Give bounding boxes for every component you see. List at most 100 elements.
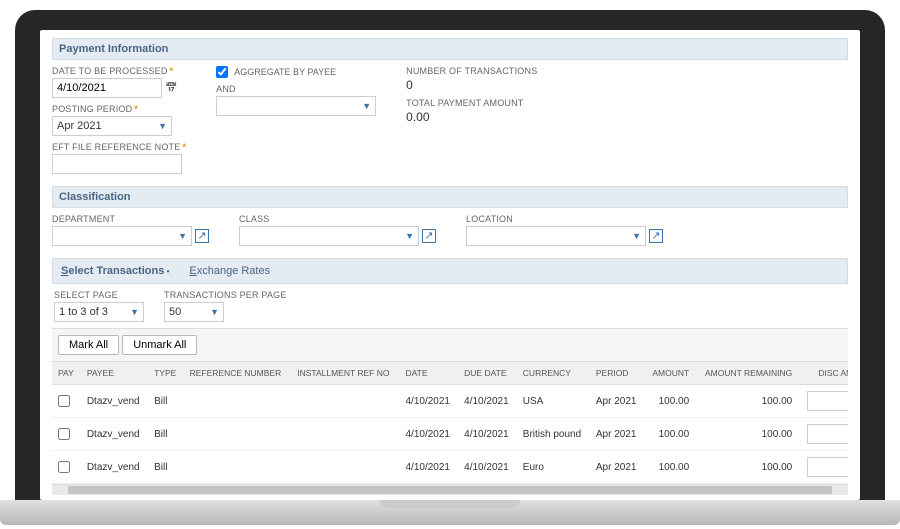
selection-toolbar: Mark All Unmark All [52,328,848,362]
cell-amount: 100.00 [644,418,695,451]
cell-remaining: 100.00 [695,451,798,484]
cell-payee: Dtazv_vend [81,451,148,484]
eft-ref-input[interactable] [52,154,182,174]
aggregate-by-payee-checkbox[interactable] [216,66,228,78]
cell-amount: 100.00 [644,385,695,418]
cell-ref [184,385,292,418]
popout-icon[interactable] [422,229,436,243]
transactions-table-wrap: PAY PAYEE TYPE REFERENCE NUMBER INSTALLM… [52,362,848,485]
col-pay: PAY [52,362,81,385]
col-amount-remaining: AMOUNT REMAINING [695,362,798,385]
date-processed-input[interactable] [52,78,162,98]
paging-controls: SELECT PAGE 1 to 3 of 3 TRANSACTIONS PER… [52,284,848,328]
disc-amount-input[interactable] [807,457,848,477]
col-currency: CURRENCY [517,362,590,385]
chevron-down-icon [130,306,139,318]
per-page-dropdown[interactable]: 50 [164,302,224,322]
col-disc-amount: DISC AMOUNT [798,362,848,385]
pay-checkbox[interactable] [58,461,70,473]
cell-type: Bill [148,418,184,451]
cell-disc-amount [798,385,848,418]
chevron-down-icon [158,120,167,132]
popout-icon[interactable] [649,229,663,243]
cell-remaining: 100.00 [695,385,798,418]
horizontal-scrollbar[interactable] [52,485,848,495]
transactions-table: PAY PAYEE TYPE REFERENCE NUMBER INSTALLM… [52,362,848,484]
cell-installment [291,418,399,451]
cell-amount: 100.00 [644,451,695,484]
aggregate-by-payee-label: AGGREGATE BY PAYEE [234,67,336,77]
location-label: LOCATION [466,214,663,224]
cell-remaining: 100.00 [695,418,798,451]
location-select[interactable] [466,226,646,246]
chevron-down-icon [210,306,219,318]
cell-disc-amount [798,451,848,484]
chevron-down-icon [178,230,187,242]
and-select[interactable] [216,96,376,116]
tab-exchange-rates[interactable]: Exchange Rates [189,265,270,277]
cell-type: Bill [148,385,184,418]
date-processed-label: DATE TO BE PROCESSED* [52,66,186,76]
cell-payee: Dtazv_vend [81,418,148,451]
table-row[interactable]: Dtazv_vendBill4/10/20214/10/2021British … [52,418,848,451]
num-transactions-value: 0 [406,78,537,92]
cell-payee: Dtazv_vend [81,385,148,418]
app-screen: Payment Information DATE TO BE PROCESSED… [40,30,860,500]
mark-all-button[interactable]: Mark All [58,335,119,355]
eft-ref-label: EFT FILE REFERENCE NOTE* [52,142,186,152]
total-amount-value: 0.00 [406,110,537,124]
col-period: PERIOD [590,362,645,385]
cell-due: 4/10/2021 [458,418,517,451]
cell-currency: USA [517,385,590,418]
tab-select-transactions[interactable]: Select Transactions [61,265,169,277]
cell-date: 4/10/2021 [399,418,458,451]
col-type: TYPE [148,362,184,385]
classification-fields: DEPARTMENT CLASS LOCATION [52,214,848,246]
cell-ref [184,418,292,451]
cell-disc-amount [798,418,848,451]
cell-currency: Euro [517,451,590,484]
department-label: DEPARTMENT [52,214,209,224]
col-ref-number: REFERENCE NUMBER [184,362,292,385]
unmark-all-button[interactable]: Unmark All [122,335,197,355]
col-due-date: DUE DATE [458,362,517,385]
cell-ref [184,451,292,484]
cell-installment [291,385,399,418]
pay-checkbox[interactable] [58,428,70,440]
select-page-dropdown[interactable]: 1 to 3 of 3 [54,302,144,322]
payment-fields: DATE TO BE PROCESSED* POSTING PERIOD* Ap… [52,66,848,174]
select-page-label: SELECT PAGE [54,290,144,300]
disc-amount-input[interactable] [807,391,848,411]
chevron-down-icon [362,100,371,112]
cell-currency: British pound [517,418,590,451]
cell-due: 4/10/2021 [458,385,517,418]
table-row[interactable]: Dtazv_vendBill4/10/20214/10/2021EuroApr … [52,451,848,484]
per-page-label: TRANSACTIONS PER PAGE [164,290,287,300]
posting-period-select[interactable]: Apr 2021 [52,116,172,136]
cell-installment [291,451,399,484]
department-select[interactable] [52,226,192,246]
classification-header: Classification [52,186,848,208]
subtabs: Select Transactions Exchange Rates [52,258,848,284]
disc-amount-input[interactable] [807,424,848,444]
pay-checkbox[interactable] [58,395,70,407]
and-label: AND [216,84,376,94]
col-amount: AMOUNT [644,362,695,385]
col-installment: INSTALLMENT REF NO [291,362,399,385]
chevron-down-icon [632,230,641,242]
total-amount-label: TOTAL PAYMENT AMOUNT [406,98,537,108]
cell-type: Bill [148,451,184,484]
popout-icon[interactable] [195,229,209,243]
chevron-down-icon [405,230,414,242]
num-transactions-label: NUMBER OF TRANSACTIONS [406,66,537,76]
col-date: DATE [399,362,458,385]
class-label: CLASS [239,214,436,224]
cell-date: 4/10/2021 [399,451,458,484]
cell-date: 4/10/2021 [399,385,458,418]
class-select[interactable] [239,226,419,246]
table-row[interactable]: Dtazv_vendBill4/10/20214/10/2021USAApr 2… [52,385,848,418]
posting-period-label: POSTING PERIOD* [52,104,186,114]
calendar-icon[interactable] [165,82,177,94]
cell-period: Apr 2021 [590,451,645,484]
payment-info-header: Payment Information [52,38,848,60]
